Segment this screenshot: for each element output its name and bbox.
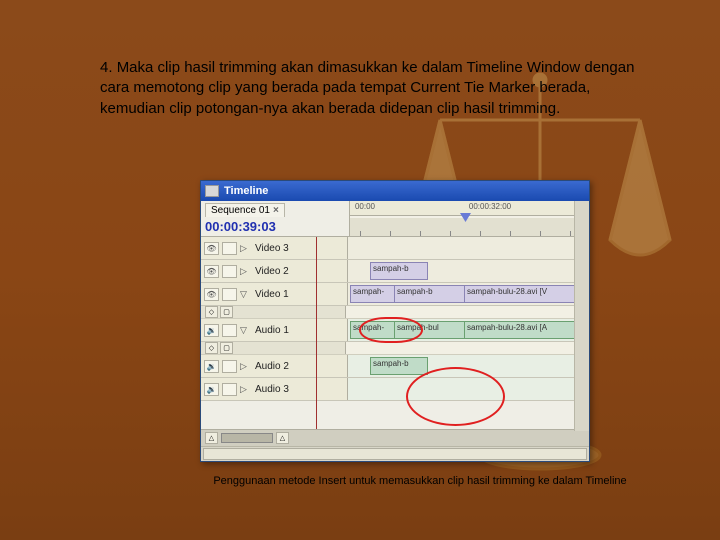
opacity-btn[interactable]: ▢	[220, 306, 233, 318]
collapse-icon[interactable]: ▽	[240, 325, 250, 336]
expand-icon[interactable]: ▷	[240, 243, 250, 254]
clip[interactable]: sampah-b	[370, 262, 428, 280]
lock-icon[interactable]	[222, 242, 237, 255]
clip[interactable]: sampah-b	[394, 285, 468, 303]
keyframe-btn[interactable]: ◇	[205, 342, 218, 354]
audio1-subtrack: ◇ ▢	[201, 342, 589, 355]
track-video-2: 👁 ▷ Video 2 sampah-b	[201, 260, 589, 283]
horizontal-scrollbar[interactable]	[201, 446, 589, 461]
timeline-footer: △ △	[201, 429, 589, 446]
clip[interactable]: sampah-	[350, 321, 398, 339]
video1-subtrack: ◇ ▢	[201, 306, 589, 319]
lock-icon[interactable]	[222, 383, 237, 396]
speaker-icon[interactable]: 🔉	[204, 360, 219, 373]
expand-icon[interactable]: ▷	[240, 266, 250, 277]
clip[interactable]: sampah-bulu-28.avi [V	[464, 285, 580, 303]
speaker-icon[interactable]: 🔉	[204, 324, 219, 337]
track-audio-2: 🔉 ▷ Audio 2 sampah-b	[201, 355, 589, 378]
zoom-in-btn[interactable]: △	[276, 432, 289, 444]
track-video-3: 👁 ▷ Video 3	[201, 237, 589, 260]
clip[interactable]: sampah-	[350, 285, 398, 303]
lock-icon[interactable]	[222, 265, 237, 278]
clip[interactable]: sampah-b	[370, 357, 428, 375]
current-timecode[interactable]: 00:00:39:03	[205, 219, 345, 234]
timeline-window: Timeline Sequence 01× 00:00:39:03 00:00 …	[200, 180, 590, 462]
zoom-out-btn[interactable]: △	[205, 432, 218, 444]
eye-icon[interactable]: 👁	[204, 242, 219, 255]
instruction-text: 4. Maka clip hasil trimming akan dimasuk…	[100, 58, 640, 119]
keyframe-btn[interactable]: ◇	[205, 306, 218, 318]
timeline-titlebar[interactable]: Timeline	[201, 181, 589, 201]
lock-icon[interactable]	[222, 324, 237, 337]
time-ruler[interactable]: 00:00 00:00:32:00	[350, 201, 589, 236]
zoom-slider[interactable]	[221, 433, 273, 443]
track-audio-1: 🔉 ▽ Audio 1 sampah- sampah-bul sampah-bu…	[201, 319, 589, 342]
lock-icon[interactable]	[222, 360, 237, 373]
eye-icon[interactable]: 👁	[204, 265, 219, 278]
track-audio-3: 🔉 ▷ Audio 3	[201, 378, 589, 401]
figure-caption: Penggunaan metode Insert untuk memasukka…	[170, 475, 670, 487]
vertical-scrollbar[interactable]	[574, 201, 589, 431]
playhead-line	[316, 237, 317, 429]
lock-icon[interactable]	[222, 288, 237, 301]
track-video-1: 👁 ▽ Video 1 sampah- sampah-b sampah-bulu…	[201, 283, 589, 306]
sequence-tab[interactable]: Sequence 01×	[205, 203, 285, 217]
eye-icon[interactable]: 👁	[204, 288, 219, 301]
film-icon	[205, 185, 219, 197]
volume-btn[interactable]: ▢	[220, 342, 233, 354]
clip[interactable]: sampah-bul	[394, 321, 468, 339]
timeline-title: Timeline	[224, 185, 268, 197]
speaker-icon[interactable]: 🔉	[204, 383, 219, 396]
collapse-icon[interactable]: ▽	[240, 289, 250, 300]
expand-icon[interactable]: ▷	[240, 361, 250, 372]
expand-icon[interactable]: ▷	[240, 384, 250, 395]
close-tab-icon[interactable]: ×	[273, 205, 279, 216]
clip[interactable]: sampah-bulu-28.avi [A	[464, 321, 580, 339]
